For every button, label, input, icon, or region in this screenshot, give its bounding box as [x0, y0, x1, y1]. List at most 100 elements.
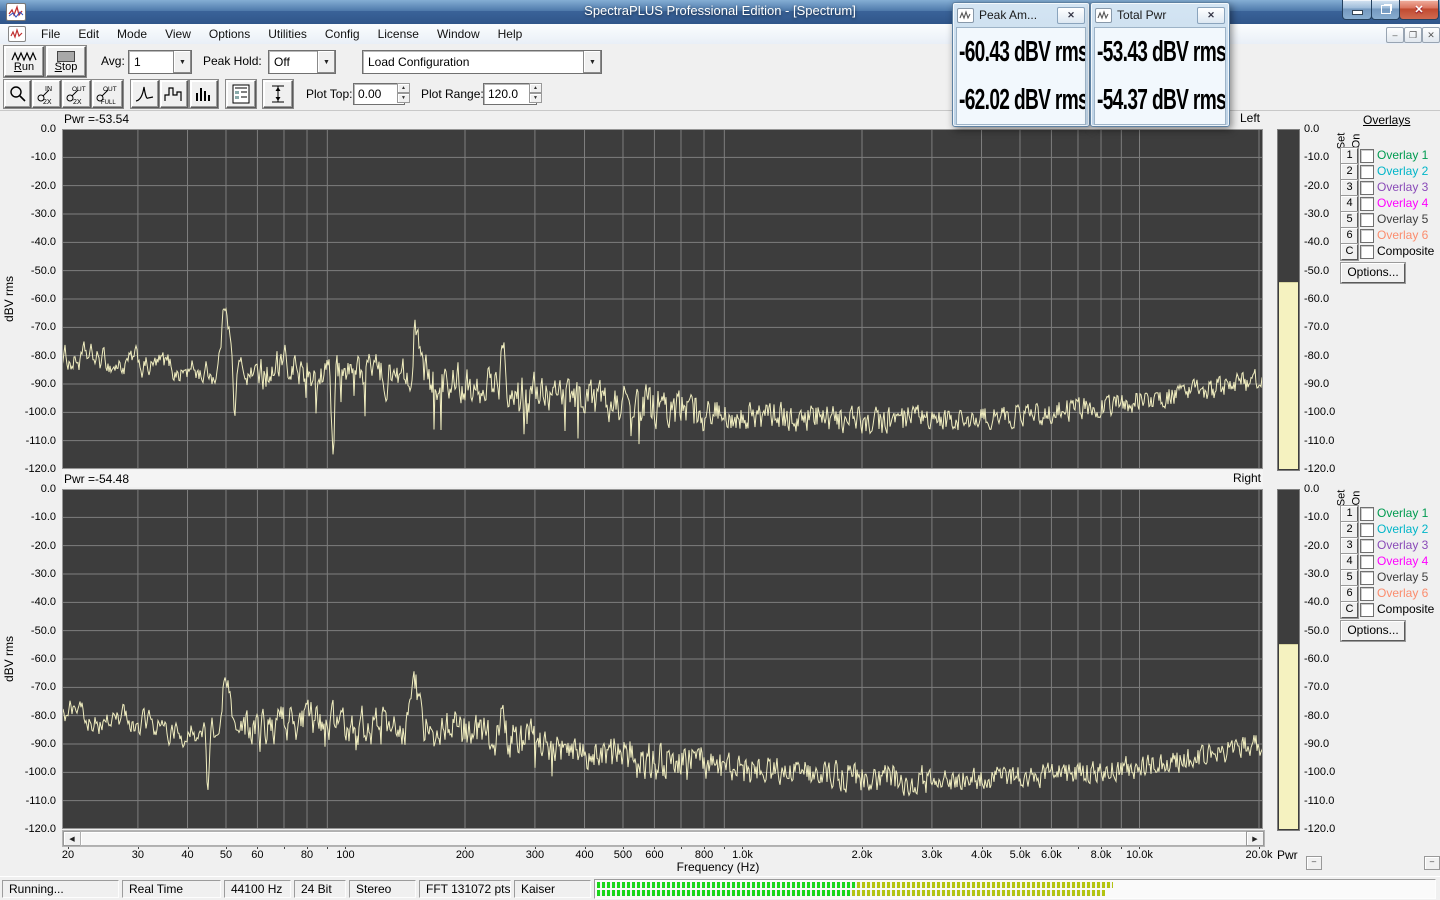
- overlay-on-checkbox-3-bottom[interactable]: [1360, 539, 1374, 553]
- overlay-on-checkbox-4-top[interactable]: [1360, 197, 1374, 211]
- mdi-close-button[interactable]: ✕: [1422, 27, 1440, 43]
- menu-view[interactable]: View: [156, 25, 200, 43]
- close-button[interactable]: ✕: [1399, 0, 1439, 20]
- overlay-on-checkbox-5-top[interactable]: [1360, 213, 1374, 227]
- range-ibeam-icon: [269, 84, 287, 104]
- avg-combo[interactable]: 1 ▼: [128, 50, 192, 74]
- overlay-set-button-2-top[interactable]: 2: [1341, 164, 1358, 180]
- total-power-left-value: -53.43 dBV rms: [1095, 37, 1181, 67]
- overlay-set-button-C-bottom[interactable]: C: [1341, 602, 1358, 618]
- y-tick-label: -100.0: [0, 406, 56, 418]
- status-segment-2: 44100 Hz: [224, 880, 291, 898]
- plot-top-spinner[interactable]: ▲▼: [397, 83, 410, 103]
- menu-options[interactable]: Options: [200, 25, 259, 43]
- peak-amplitude-close-button[interactable]: ✕: [1057, 7, 1085, 24]
- overlay-set-button-1-bottom[interactable]: 1: [1341, 506, 1358, 522]
- overlay-set-button-2-bottom[interactable]: 2: [1341, 522, 1358, 538]
- overlay-on-checkbox-2-bottom[interactable]: [1360, 523, 1374, 537]
- y-tick-label: -40.0: [0, 596, 56, 608]
- overlay-on-checkbox-2-top[interactable]: [1360, 165, 1374, 179]
- peak-amplitude-titlebar[interactable]: Peak Am... ✕: [953, 3, 1089, 25]
- svg-text:2X: 2X: [73, 99, 82, 105]
- level-meter-bar-left: [597, 882, 1113, 888]
- overlay-set-button-5-bottom[interactable]: 5: [1341, 570, 1358, 586]
- y-tick-label: -120.0: [0, 463, 56, 475]
- overlay-set-button-4-top[interactable]: 4: [1341, 196, 1358, 212]
- minimize-button[interactable]: [1342, 0, 1372, 20]
- total-power-window[interactable]: Total Pwr ✕ -53.43 dBV rms -54.37 dBV rm…: [1090, 2, 1230, 127]
- y-tick-label-right: -90.0: [1304, 378, 1360, 390]
- y-tick-label: 0.0: [0, 123, 56, 135]
- zoom-in-2x-button[interactable]: IN2X: [32, 80, 61, 108]
- scrollbar-thumb[interactable]: [80, 831, 1247, 846]
- total-power-titlebar[interactable]: Total Pwr ✕: [1091, 3, 1229, 25]
- overlay-label-5-bottom: Overlay 5: [1377, 570, 1428, 584]
- zoom-out-2x-button[interactable]: OUT2X: [62, 80, 91, 108]
- spinner-up-icon[interactable]: ▲: [529, 83, 542, 93]
- overlay-set-button-3-bottom[interactable]: 3: [1341, 538, 1358, 554]
- y-tick-label: -30.0: [0, 568, 56, 580]
- bar-display-button[interactable]: [190, 80, 218, 108]
- line-spectrum-icon: [135, 85, 155, 103]
- menu-window[interactable]: Window: [428, 25, 489, 43]
- overlays-options-button-bottom[interactable]: Options...: [1341, 621, 1405, 641]
- step-display-button[interactable]: [160, 80, 188, 108]
- avg-label: Avg:: [101, 54, 125, 68]
- restore-button[interactable]: [1371, 0, 1400, 20]
- overlay-on-checkbox-1-bottom[interactable]: [1360, 507, 1374, 521]
- overlay-on-checkbox-5-bottom[interactable]: [1360, 571, 1374, 585]
- line-display-button[interactable]: [131, 80, 159, 108]
- overlays-set-label-top: Set: [1335, 133, 1347, 150]
- menu-config[interactable]: Config: [316, 25, 369, 43]
- x-tick-label: 300: [513, 849, 557, 861]
- overlay-set-button-3-top[interactable]: 3: [1341, 180, 1358, 196]
- stop-button[interactable]: Stop: [46, 46, 86, 77]
- menu-utilities[interactable]: Utilities: [259, 25, 316, 43]
- overlay-set-button-6-bottom[interactable]: 6: [1341, 586, 1358, 602]
- overlay-on-checkbox-C-bottom[interactable]: [1360, 603, 1374, 617]
- overlay-on-checkbox-3-top[interactable]: [1360, 181, 1374, 195]
- menu-help[interactable]: Help: [489, 25, 532, 43]
- menu-license[interactable]: License: [369, 25, 428, 43]
- overlay-set-button-1-top[interactable]: 1: [1341, 148, 1358, 164]
- overlay-label-3-bottom: Overlay 3: [1377, 538, 1428, 552]
- menu-file[interactable]: File: [32, 25, 69, 43]
- total-power-close-button[interactable]: ✕: [1197, 7, 1225, 24]
- overlay-set-button-4-bottom[interactable]: 4: [1341, 554, 1358, 570]
- pane-minimize-button[interactable]: –: [1306, 856, 1322, 870]
- y-tick-label: -50.0: [0, 625, 56, 637]
- zoom-button[interactable]: [4, 80, 31, 108]
- svg-text:FULL: FULL: [101, 100, 116, 105]
- load-configuration-combo[interactable]: Load Configuration ▼: [362, 50, 602, 74]
- spinner-up-icon[interactable]: ▲: [397, 83, 410, 93]
- overlay-on-checkbox-C-top[interactable]: [1360, 245, 1374, 259]
- mdi-restore-button[interactable]: ❐: [1404, 27, 1422, 43]
- overlay-set-button-C-top[interactable]: C: [1341, 244, 1358, 260]
- amplitude-range-button[interactable]: [263, 80, 293, 108]
- overlays-options-button-top[interactable]: Options...: [1341, 263, 1405, 283]
- overlay-on-checkbox-6-top[interactable]: [1360, 229, 1374, 243]
- peak-amplitude-window[interactable]: Peak Am... ✕ -60.43 dBV rms -62.02 dBV r…: [952, 2, 1090, 127]
- pane-minimize-button-2[interactable]: –: [1424, 856, 1440, 870]
- svg-text:OUT: OUT: [103, 86, 117, 93]
- processing-settings-button[interactable]: [226, 80, 256, 108]
- overlay-set-button-5-top[interactable]: 5: [1341, 212, 1358, 228]
- scroll-right-icon[interactable]: ▶: [1246, 831, 1264, 846]
- overlay-set-button-6-top[interactable]: 6: [1341, 228, 1358, 244]
- scroll-left-icon[interactable]: ◀: [63, 831, 81, 846]
- run-button[interactable]: Run: [4, 46, 44, 77]
- x-scrollbar[interactable]: ◀ ▶: [62, 830, 1265, 847]
- spinner-down-icon[interactable]: ▼: [397, 93, 410, 103]
- x-tick-label: 60: [235, 849, 279, 861]
- spinner-down-icon[interactable]: ▼: [529, 93, 542, 103]
- overlay-on-checkbox-1-top[interactable]: [1360, 149, 1374, 163]
- plot-range-spinner[interactable]: ▲▼: [529, 83, 542, 103]
- menu-edit[interactable]: Edit: [69, 25, 108, 43]
- peak-hold-combo[interactable]: Off ▼: [268, 50, 336, 74]
- menu-mode[interactable]: Mode: [108, 25, 156, 43]
- overlay-on-checkbox-6-bottom[interactable]: [1360, 587, 1374, 601]
- zoom-out-full-button[interactable]: OUT FULL: [92, 80, 123, 108]
- mdi-minimize-button[interactable]: –: [1386, 27, 1404, 43]
- overlay-on-checkbox-4-bottom[interactable]: [1360, 555, 1374, 569]
- status-segment-0: Running...: [2, 880, 119, 898]
